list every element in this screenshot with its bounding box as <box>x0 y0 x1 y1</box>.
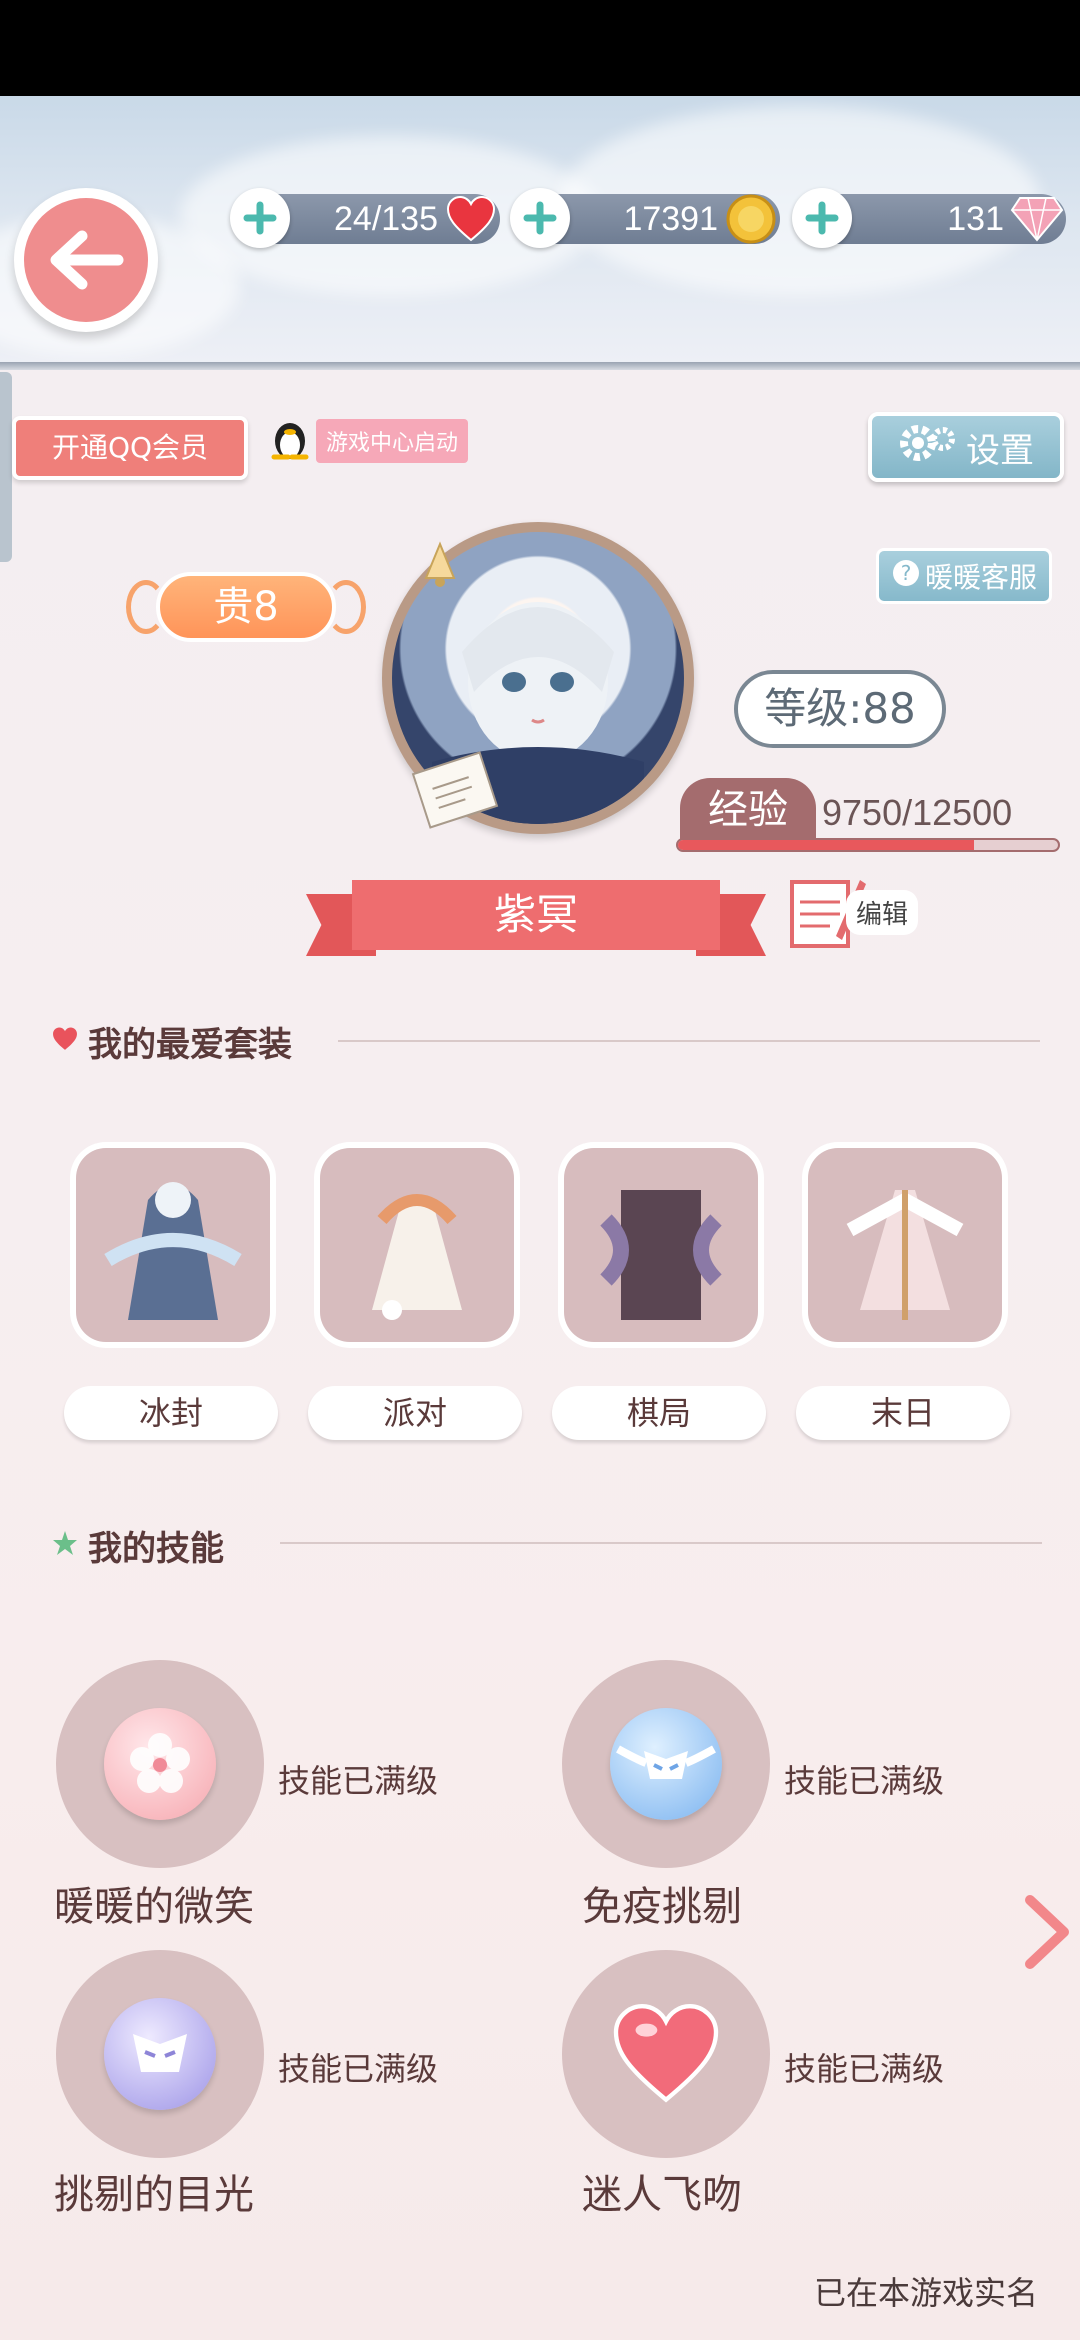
outfit-thumbnail <box>564 1148 758 1342</box>
sakura-icon <box>104 1708 216 1820</box>
outfit-label-3[interactable]: 棋局 <box>552 1386 766 1440</box>
outfit-label-1[interactable]: 冰封 <box>64 1386 278 1440</box>
favorite-outfits-title: 我的最爱套装 <box>88 1024 292 1065</box>
open-qq-vip-button[interactable]: 开通QQ会员 <box>12 416 248 480</box>
outfit-card-4[interactable] <box>802 1142 1008 1348</box>
diamonds-bar: 131 <box>792 188 1066 248</box>
heart-kiss-icon <box>610 1998 722 2110</box>
favorite-outfits-header: 我的最爱套装 <box>52 1016 292 1066</box>
game-center-label: 游戏中心启动 <box>316 419 469 463</box>
coins-value: 17391 <box>623 200 718 238</box>
stamina-value: 24/135 <box>334 200 438 238</box>
outfit-thumbnail <box>320 1148 514 1342</box>
diamonds-value: 131 <box>947 200 1004 238</box>
winged-mask-icon <box>610 1708 722 1820</box>
skills-title: 我的技能 <box>88 1528 224 1569</box>
gold-coin-icon <box>722 190 780 248</box>
svg-text:?: ? <box>901 561 912 585</box>
outfit-thumbnail <box>808 1148 1002 1342</box>
skill-icon-immune[interactable] <box>562 1660 770 1868</box>
edit-profile-button[interactable]: 编辑 <box>786 860 946 960</box>
skill-status-2: 技能已满级 <box>784 1762 945 1800</box>
skill-name-2: 免疫挑剔 <box>582 1884 742 1930</box>
back-arrow-icon <box>24 198 148 322</box>
outfit-thumbnail <box>76 1148 270 1342</box>
section-divider <box>338 1040 1040 1042</box>
player-level: 等级:88 <box>734 670 946 748</box>
skill-name-3: 挑剔的目光 <box>54 2172 254 2218</box>
settings-label: 设置 <box>966 430 1034 471</box>
skill-icon-kiss[interactable] <box>562 1950 770 2158</box>
outfit-card-2[interactable] <box>314 1142 520 1348</box>
game-center-launch[interactable]: 游戏中心启动 <box>270 417 469 465</box>
add-coins-button[interactable] <box>510 188 570 248</box>
realname-status: 已在本游戏实名 <box>813 2274 1038 2312</box>
letter-icon <box>410 748 506 834</box>
service-label: 暖暖客服 <box>924 561 1037 594</box>
side-drawer-handle[interactable] <box>0 372 12 562</box>
heart-icon <box>442 190 500 248</box>
outfit-card-1[interactable] <box>70 1142 276 1348</box>
panel-top-edge <box>0 362 1080 370</box>
skill-icon-smile[interactable] <box>56 1660 264 1868</box>
skill-icon-gaze[interactable] <box>56 1950 264 2158</box>
add-stamina-button[interactable] <box>230 188 290 248</box>
outfit-label-2[interactable]: 派对 <box>308 1386 522 1440</box>
next-page-chevron-icon[interactable] <box>1018 1892 1074 1972</box>
stamina-bar: 24/135 <box>230 188 500 248</box>
qq-penguin-icon <box>270 417 310 465</box>
section-divider <box>280 1542 1042 1544</box>
mask-icon <box>104 1998 216 2110</box>
add-diamonds-button[interactable] <box>792 188 852 248</box>
back-button[interactable] <box>14 188 158 332</box>
help-question-icon: ? <box>891 558 921 595</box>
outfit-label-4[interactable]: 末日 <box>796 1386 1010 1440</box>
exp-label: 经验 <box>680 778 816 842</box>
edit-label: 编辑 <box>846 890 919 935</box>
exp-value: 9750/12500 <box>822 792 1013 833</box>
skill-name-1: 暖暖的微笑 <box>54 1884 254 1930</box>
player-name-ribbon: 紫冥 <box>306 880 766 956</box>
player-name: 紫冥 <box>352 880 720 950</box>
exp-progress-fill <box>678 840 975 850</box>
skill-status-4: 技能已满级 <box>784 2050 945 2088</box>
bell-icon <box>418 540 462 594</box>
heart-icon <box>52 1027 78 1055</box>
exp-progress-bar <box>676 838 1060 852</box>
diamond-icon <box>1008 190 1066 248</box>
skills-header: 我的技能 <box>52 1520 224 1570</box>
settings-button[interactable]: 设置 <box>868 412 1064 482</box>
vip-badge[interactable]: 贵8 <box>126 566 366 648</box>
skill-name-4: 迷人飞吻 <box>582 2172 742 2218</box>
coins-bar: 17391 <box>510 188 780 248</box>
outfit-card-3[interactable] <box>558 1142 764 1348</box>
vip-level: 贵8 <box>156 572 336 642</box>
customer-service-button[interactable]: ? 暖暖客服 <box>876 548 1052 604</box>
gear-icon <box>898 421 958 474</box>
skill-status-1: 技能已满级 <box>278 1762 439 1800</box>
status-bar <box>0 0 1080 96</box>
star-icon <box>52 1530 78 1560</box>
skill-status-3: 技能已满级 <box>278 2050 439 2088</box>
